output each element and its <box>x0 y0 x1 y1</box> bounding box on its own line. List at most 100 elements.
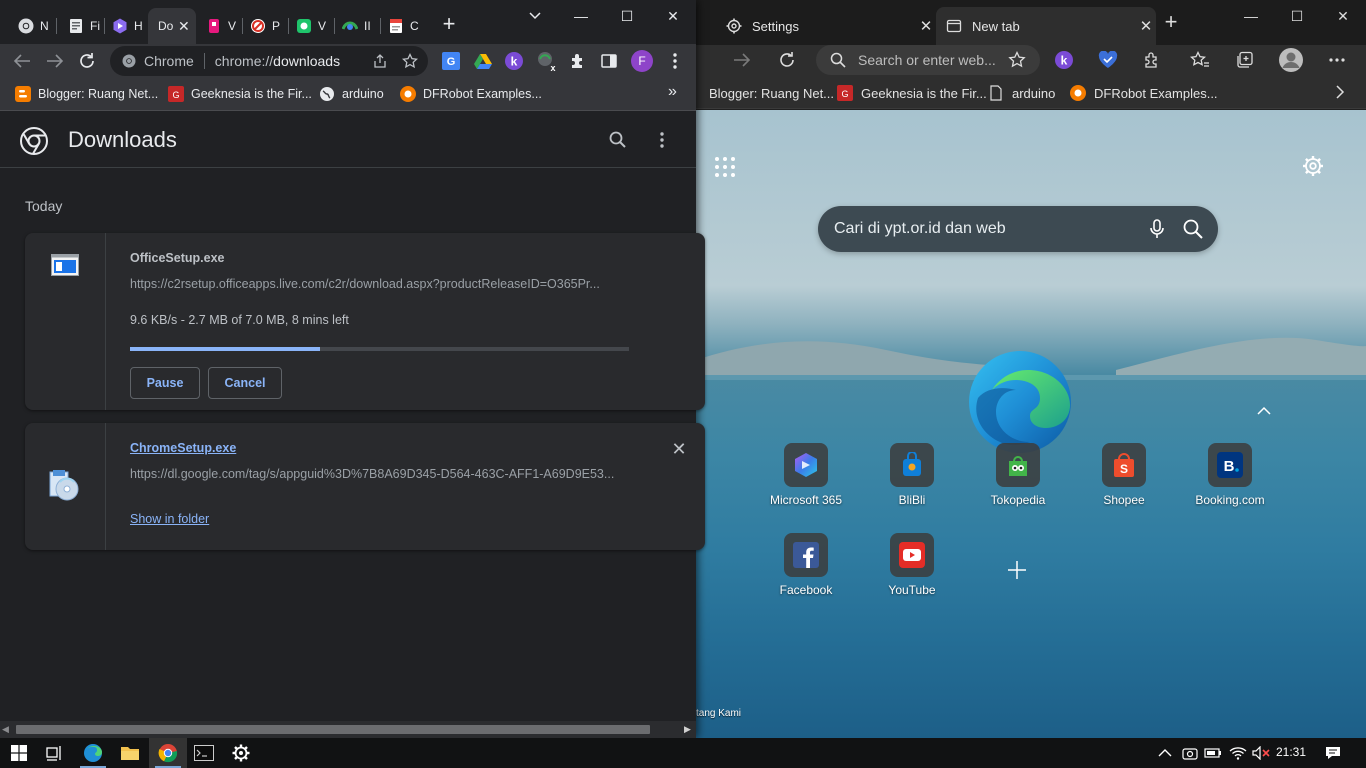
minimize-button[interactable]: — <box>1228 4 1274 28</box>
quick-link-tile[interactable]: S Shopee <box>1074 443 1174 523</box>
more-vert-icon[interactable] <box>652 130 672 150</box>
download-filename-link[interactable]: ChromeSetup.exe <box>130 441 236 455</box>
chrome-tab[interactable]: P <box>240 8 286 44</box>
task-view-icon[interactable] <box>36 738 74 768</box>
battery-icon[interactable] <box>1204 744 1222 762</box>
notification-center-icon[interactable] <box>1324 744 1342 762</box>
chrome-bookmark-item[interactable]: G Geeknesia is the Fir... <box>168 85 312 103</box>
kiwi-extension-icon[interactable]: k <box>503 50 525 72</box>
remove-download-close-icon[interactable]: ✕ <box>670 440 688 458</box>
profile-avatar[interactable]: F <box>630 49 654 73</box>
ntp-footer-text[interactable]: tang Kami <box>696 708 741 719</box>
windows-start-icon[interactable] <box>0 738 38 768</box>
quick-link-tile[interactable]: B Booking.com <box>1180 443 1280 523</box>
cancel-button[interactable]: Cancel <box>208 367 282 399</box>
chevron-up-icon[interactable] <box>1256 404 1272 418</box>
terminal-icon[interactable] <box>185 738 223 768</box>
edge-bookmark-item[interactable]: DFRobot Examples... <box>1070 84 1218 102</box>
omnibox[interactable]: Chrome chrome://downloads <box>110 46 428 76</box>
search-icon[interactable] <box>608 130 628 150</box>
chrome-tab[interactable]: Fi <box>58 8 104 44</box>
edge-icon[interactable] <box>74 738 112 768</box>
chrome-bookmark-item[interactable]: DFRobot Examples... <box>400 85 542 103</box>
figma-icon <box>209 19 219 33</box>
chrome-tab[interactable]: II <box>332 8 378 44</box>
new-tab-button[interactable]: + <box>1160 11 1182 34</box>
quick-link-tile[interactable]: Facebook <box>756 533 856 613</box>
close-icon[interactable]: ✕ <box>178 18 190 35</box>
edge-tab-newtab[interactable]: New tab ✕ <box>936 7 1156 45</box>
bookmark-star-icon[interactable] <box>402 53 418 69</box>
chevron-up-icon[interactable] <box>1156 744 1174 762</box>
close-window-button[interactable]: ✕ <box>650 2 696 30</box>
extensions-icon[interactable] <box>1140 48 1164 72</box>
scrollbar-thumb[interactable] <box>16 725 650 734</box>
chrome-tab[interactable]: C <box>378 8 424 44</box>
google-drive-icon[interactable] <box>472 50 494 72</box>
chrome-tab[interactable]: H <box>102 8 148 44</box>
hexagon-icon <box>113 18 127 34</box>
apps-grid-icon[interactable] <box>714 156 736 178</box>
collections-icon[interactable] <box>1233 48 1257 72</box>
taskbar-clock[interactable]: 21:31 <box>1276 745 1306 759</box>
settings-icon[interactable] <box>222 738 260 768</box>
scroll-left-arrow-icon[interactable]: ◀ <box>2 724 9 735</box>
close-window-button[interactable]: ✕ <box>1320 4 1366 28</box>
bookmarks-overflow-chevron-icon[interactable]: » <box>668 83 677 101</box>
chrome-bookmark-item[interactable]: arduino <box>319 85 384 103</box>
back-button[interactable] <box>11 50 33 72</box>
quick-link-tile[interactable]: Microsoft 365 <box>756 443 856 523</box>
minimize-button[interactable]: — <box>558 2 604 30</box>
close-icon[interactable]: ✕ <box>1136 17 1156 35</box>
search-icon[interactable] <box>1182 218 1204 240</box>
more-vert-icon[interactable] <box>664 50 686 72</box>
page-settings-gear-icon[interactable] <box>1302 155 1324 177</box>
quick-link-tile[interactable]: BliBli <box>862 443 962 523</box>
edge-bookmark-item[interactable]: G Geeknesia is the Fir... <box>837 84 987 102</box>
microphone-icon[interactable] <box>1146 218 1168 240</box>
maximize-button[interactable]: ☐ <box>604 2 650 30</box>
chevron-right-icon[interactable] <box>1328 80 1352 104</box>
show-in-folder-link[interactable]: Show in folder <box>130 512 209 526</box>
volume-muted-icon[interactable] <box>1252 744 1270 762</box>
quick-link-tile[interactable]: YouTube <box>862 533 962 613</box>
extensions-puzzle-icon[interactable] <box>567 50 589 72</box>
refresh-button[interactable] <box>775 48 799 72</box>
share-icon[interactable] <box>372 53 388 69</box>
chrome-tab[interactable]: V <box>196 8 242 44</box>
edge-bookmark-item[interactable]: Blogger: Ruang Net... <box>709 84 834 102</box>
scroll-right-arrow-icon[interactable]: ▶ <box>684 724 691 735</box>
close-icon[interactable]: ✕ <box>916 17 936 35</box>
more-options-icon[interactable] <box>1325 48 1349 72</box>
reload-button[interactable] <box>76 50 98 72</box>
wifi-icon[interactable] <box>1229 744 1247 762</box>
chrome-tab-active[interactable]: Do ✕ <box>148 8 196 44</box>
favorites-icon[interactable] <box>1188 48 1212 72</box>
camera-tray-icon[interactable] <box>1181 744 1199 762</box>
download-source-url[interactable]: https://c2rsetup.officeapps.live.com/c2r… <box>130 277 630 291</box>
download-source-url[interactable]: https://dl.google.com/tag/s/appguid%3D%7… <box>130 467 630 481</box>
translate-extension-icon[interactable]: G <box>440 50 462 72</box>
kiwi-extension-icon[interactable]: k <box>1052 48 1076 72</box>
side-panel-icon[interactable] <box>598 50 620 72</box>
add-favorite-icon[interactable] <box>1005 48 1029 72</box>
ntp-search-box[interactable]: Cari di ypt.or.id dan web <box>818 206 1218 252</box>
quick-link-tile[interactable]: Tokopedia <box>968 443 1068 523</box>
maximize-button[interactable]: ☐ <box>1274 4 1320 28</box>
new-tab-button[interactable]: + <box>438 13 460 36</box>
chrome-bookmark-item[interactable]: Blogger: Ruang Net... <box>15 85 158 103</box>
chrome-tab[interactable]: V <box>286 8 332 44</box>
chrome-tab[interactable]: N <box>8 8 54 44</box>
edge-tab-settings[interactable]: Settings ✕ <box>716 7 936 45</box>
add-site-plus-icon[interactable] <box>1005 558 1029 582</box>
heart-shield-extension-icon[interactable] <box>1096 48 1120 72</box>
forward-button[interactable] <box>44 50 66 72</box>
forward-button[interactable] <box>730 48 754 72</box>
disabled-extension-icon[interactable]: x <box>536 50 558 72</box>
file-explorer-icon[interactable] <box>111 738 149 768</box>
tab-search-chevron-icon[interactable] <box>512 2 558 30</box>
edge-bookmark-item[interactable]: arduino <box>988 84 1055 102</box>
profile-avatar[interactable] <box>1278 47 1304 73</box>
pause-button[interactable]: Pause <box>130 367 200 399</box>
chrome-icon[interactable] <box>149 738 187 768</box>
